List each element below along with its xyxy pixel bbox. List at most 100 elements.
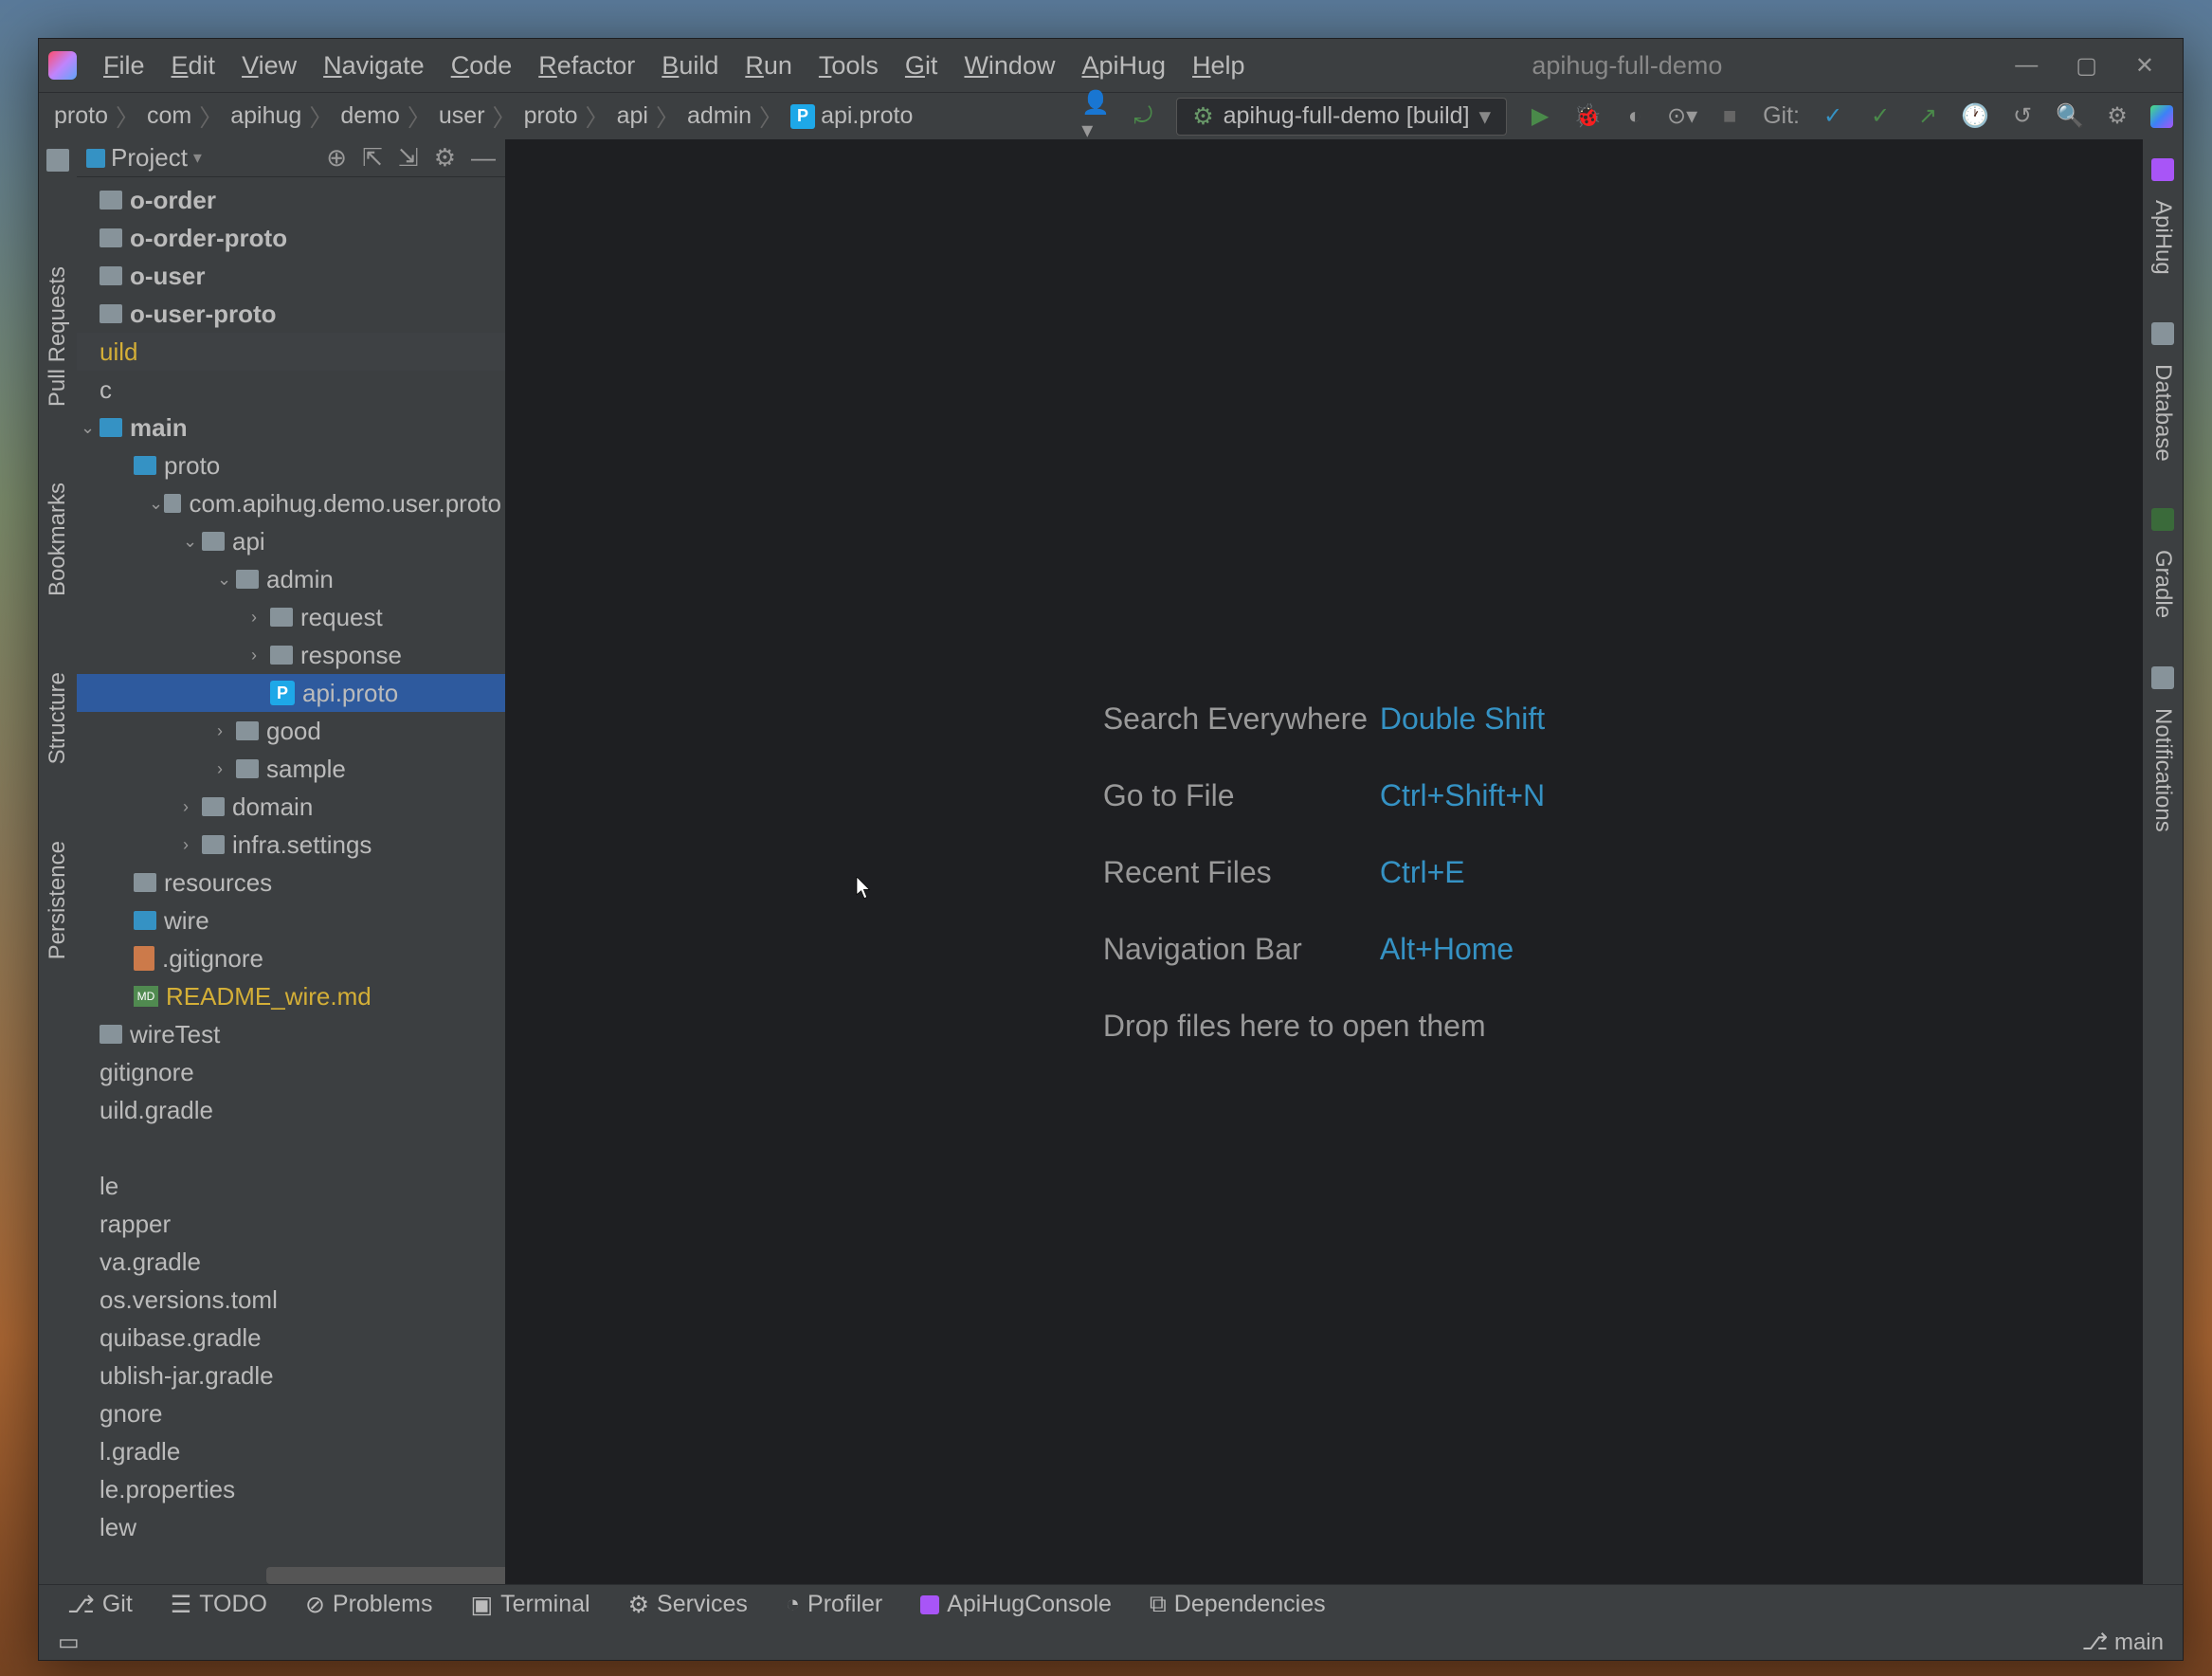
panel-title-text[interactable]: Project <box>111 143 188 173</box>
bottom-tab-git[interactable]: ⎇Git <box>67 1591 133 1619</box>
tree-item[interactable]: lew <box>77 1508 505 1546</box>
breadcrumb-item[interactable]: demo <box>335 102 406 130</box>
menu-git[interactable]: Git <box>892 46 952 86</box>
breadcrumb-item[interactable]: com <box>141 102 197 130</box>
tree-item[interactable]: ›request <box>77 598 505 636</box>
tree-item[interactable]: Papi.proto <box>77 674 505 712</box>
tree-item[interactable]: le.properties <box>77 1470 505 1508</box>
left-tab-pull-requests[interactable]: Pull Requests <box>41 247 75 426</box>
breadcrumb-item[interactable]: api <box>611 102 654 130</box>
tree-item[interactable]: gnore <box>77 1394 505 1432</box>
menu-run[interactable]: Run <box>732 46 806 86</box>
bottom-tab-todo[interactable]: ☰TODO <box>171 1591 267 1619</box>
menu-navigate[interactable]: Navigate <box>310 46 438 86</box>
bottom-tab-terminal[interactable]: ▣Terminal <box>471 1591 590 1619</box>
tree-item[interactable]: .gitignore <box>77 939 505 977</box>
chevron-down-icon[interactable]: ⌄ <box>217 570 236 590</box>
git-pull-icon[interactable]: ✓ <box>1819 102 1847 131</box>
tree-item[interactable]: os.versions.toml <box>77 1281 505 1319</box>
tree-item[interactable]: o-order <box>77 181 505 219</box>
chevron-right-icon[interactable]: › <box>217 721 236 741</box>
debug-icon[interactable]: 🐞 <box>1573 102 1602 131</box>
git-branch[interactable]: ⎇ main <box>2082 1629 2164 1656</box>
history-icon[interactable]: 🕐 <box>1961 102 1989 131</box>
breadcrumb-item[interactable]: apihug <box>225 102 307 130</box>
chevron-right-icon[interactable]: › <box>251 646 270 665</box>
tree-item[interactable]: o-order-proto <box>77 219 505 257</box>
menu-code[interactable]: Code <box>438 46 526 86</box>
panel-target-icon[interactable]: ⊕ <box>326 143 347 173</box>
tree-item[interactable]: uild <box>77 333 505 371</box>
breadcrumb-item[interactable]: Papi.proto <box>785 102 918 130</box>
rollback-icon[interactable]: ↺ <box>2008 102 2037 131</box>
panel-expand-icon[interactable]: ⇲ <box>398 143 419 173</box>
panel-collapse-icon[interactable]: ⇱ <box>362 143 383 173</box>
apihug-tab-icon[interactable] <box>2151 158 2174 181</box>
breadcrumb-item[interactable]: user <box>433 102 491 130</box>
right-tab-database[interactable]: Database <box>2146 345 2180 481</box>
chevron-down-icon[interactable]: ⌄ <box>149 494 164 514</box>
panel-hide-icon[interactable]: — <box>471 143 496 173</box>
chevron-right-icon[interactable]: › <box>251 608 270 628</box>
run-icon[interactable]: ▶ <box>1526 102 1554 131</box>
tree-item[interactable]: o-user <box>77 257 505 295</box>
tree-item[interactable]: rapper <box>77 1205 505 1243</box>
menu-view[interactable]: View <box>228 46 310 86</box>
chevron-down-icon[interactable]: ⌄ <box>183 532 202 552</box>
menu-apihug[interactable]: ApiHug <box>1068 46 1179 86</box>
window-minimize[interactable]: — <box>2015 52 2038 80</box>
tree-item[interactable]: wireTest <box>77 1015 505 1053</box>
chevron-right-icon[interactable]: › <box>217 759 236 779</box>
menu-tools[interactable]: Tools <box>806 46 892 86</box>
bottom-tab-apihugconsole[interactable]: ApiHugConsole <box>920 1591 1112 1618</box>
bottom-tab-dependencies[interactable]: ⧉Dependencies <box>1150 1591 1326 1618</box>
tree-item[interactable]: quibase.gradle <box>77 1319 505 1357</box>
tree-item[interactable]: ublish-jar.gradle <box>77 1357 505 1394</box>
window-close[interactable]: ✕ <box>2135 52 2154 80</box>
settings-icon[interactable]: ⚙ <box>2103 102 2131 131</box>
stop-icon[interactable]: ■ <box>1715 102 1744 131</box>
editor-area[interactable]: Search EverywhereDouble ShiftGo to FileC… <box>505 139 2143 1584</box>
plugin-icon[interactable] <box>2150 105 2173 128</box>
tree-item[interactable]: wire <box>77 902 505 939</box>
menu-edit[interactable]: Edit <box>158 46 229 86</box>
tree-item[interactable]: uild.gradle <box>77 1091 505 1129</box>
tree-item[interactable]: le <box>77 1167 505 1205</box>
menu-file[interactable]: File <box>90 46 158 86</box>
tree-item[interactable]: proto <box>77 446 505 484</box>
tree-item[interactable]: gitignore <box>77 1053 505 1091</box>
tree-item[interactable]: ›sample <box>77 750 505 788</box>
git-commit-icon[interactable]: ✓ <box>1866 102 1895 131</box>
chevron-right-icon[interactable]: › <box>183 797 202 817</box>
left-tab-persistence[interactable]: Persistence <box>41 822 75 978</box>
breadcrumb[interactable]: proto〉com〉apihug〉demo〉user〉proto〉api〉adm… <box>48 100 918 134</box>
user-icon[interactable]: 👤▾ <box>1081 102 1110 131</box>
window-maximize[interactable]: ▢ <box>2076 52 2097 80</box>
right-tab-gradle[interactable]: Gradle <box>2146 531 2180 637</box>
tree-item[interactable]: c <box>77 371 505 409</box>
run-config-dropdown[interactable]: ⚙ apihug-full-demo [build] ▾ <box>1176 98 1507 136</box>
bottom-tab-services[interactable]: ⚙Services <box>628 1591 748 1619</box>
bottom-tab-profiler[interactable]: ◔Profiler <box>786 1591 882 1618</box>
tree-item[interactable]: ⌄com.apihug.demo.user.proto <box>77 484 505 522</box>
breadcrumb-item[interactable]: proto <box>518 102 584 130</box>
left-tab-bookmarks[interactable]: Bookmarks <box>41 464 75 615</box>
tree-item[interactable]: ›infra.settings <box>77 826 505 864</box>
search-icon[interactable]: 🔍 <box>2056 102 2084 131</box>
tree-item[interactable]: o-user-proto <box>77 295 505 333</box>
project-tree[interactable]: o-ordero-order-protoo-usero-user-protoui… <box>77 177 505 1584</box>
tree-item[interactable]: ›response <box>77 636 505 674</box>
database-tab-icon[interactable] <box>2151 322 2174 345</box>
build-icon[interactable]: ⤾ <box>1129 102 1157 131</box>
breadcrumb-item[interactable]: proto <box>48 102 114 130</box>
tree-item[interactable]: va.gradle <box>77 1243 505 1281</box>
tree-item[interactable]: ⌄api <box>77 522 505 560</box>
chevron-right-icon[interactable]: › <box>183 835 202 855</box>
bottom-tab-problems[interactable]: ⊘Problems <box>305 1591 433 1619</box>
status-left-icon[interactable]: ▭ <box>58 1629 80 1656</box>
right-tab-apihug[interactable]: ApiHug <box>2146 181 2180 294</box>
tree-item[interactable]: ›domain <box>77 788 505 826</box>
panel-settings-icon[interactable]: ⚙ <box>434 143 456 173</box>
coverage-icon[interactable]: ◐ <box>1621 102 1649 131</box>
right-tab-notifications[interactable]: Notifications <box>2146 689 2180 851</box>
